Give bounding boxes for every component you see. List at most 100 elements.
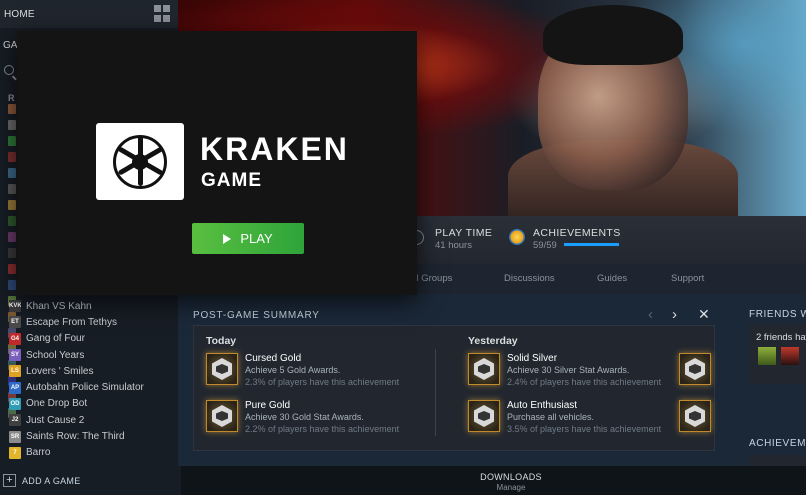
hero-character-hair xyxy=(543,5,683,65)
game-name: Khan VS Kahn xyxy=(26,300,92,312)
play-icon xyxy=(223,233,232,244)
post-game-summary-title: POST-GAME SUMMARY xyxy=(193,310,320,321)
search-icon[interactable] xyxy=(4,65,14,75)
game-icon: KVK xyxy=(9,300,21,313)
achievement-item[interactable]: Auto Enthusiast Purchase all vehicles. 3… xyxy=(468,400,698,438)
game-title-line1: KRAKEN xyxy=(200,131,349,167)
achievement-description: Achieve 30 Gold Stat Awards. xyxy=(245,412,364,422)
achievement-name: Pure Gold xyxy=(245,400,291,411)
achievement-percent: 3.5% of players have this achievement xyxy=(507,424,662,434)
recent-label: R xyxy=(8,93,15,103)
game-name: One Drop Bot xyxy=(26,398,88,410)
bottom-bar: + ADD A GAME DOWNLOADS Manage xyxy=(0,466,806,495)
close-icon[interactable]: ✕ xyxy=(698,306,710,323)
achievement-percent: 2.4% of players have this achievement xyxy=(507,377,662,387)
game-list-item[interactable]: OD One Drop Bot xyxy=(0,396,178,412)
game-list-item[interactable]: AP Autobahn Police Simulator xyxy=(0,379,178,395)
game-icon: SR xyxy=(9,430,21,443)
achievement-description: Purchase all vehicles. xyxy=(507,412,595,422)
achievement-name: Cursed Gold xyxy=(245,353,302,364)
game-list-item[interactable]: G4 Gang of Four xyxy=(0,331,178,347)
achievement-description: Achieve 5 Gold Awards. xyxy=(245,365,341,375)
game-launch-popup: KRAKEN GAME PLAY xyxy=(17,31,417,295)
game-name: School Years xyxy=(26,349,85,361)
achievements-progress-bar xyxy=(564,243,619,246)
game-name: Autobahn Police Simulator xyxy=(26,382,144,394)
achievement-percent: 2.2% of players have this achievement xyxy=(245,424,400,434)
achievements-value: 59/59 xyxy=(533,240,557,251)
chevron-left-icon[interactable]: ‹ xyxy=(648,306,653,323)
achievement-badge-icon xyxy=(468,353,500,385)
game-icon: 7 xyxy=(9,446,21,459)
today-label: Today xyxy=(206,335,237,347)
game-icon: G4 xyxy=(9,332,21,345)
recent-game-thumbnail[interactable] xyxy=(8,152,16,162)
game-list-item[interactable]: ET Escape From Tethys xyxy=(0,314,178,330)
downloads-button[interactable]: DOWNLOADS xyxy=(0,472,806,482)
game-name: Gang of Four xyxy=(26,333,85,345)
recent-game-thumbnail[interactable] xyxy=(8,232,16,242)
game-icon: AP xyxy=(9,381,21,394)
recent-game-thumbnail[interactable] xyxy=(8,120,16,130)
game-name: Barro xyxy=(26,447,51,459)
recent-game-thumbnail[interactable] xyxy=(8,280,16,290)
play-label: PLAY xyxy=(240,231,273,246)
achievement-item[interactable]: Cursed Gold Achieve 5 Gold Awards. 2.3% … xyxy=(206,353,436,391)
achievement-badge-icon[interactable] xyxy=(679,400,711,432)
game-list-item[interactable]: 7 Barro xyxy=(0,445,178,461)
game-list-item[interactable]: J2 Just Cause 2 xyxy=(0,412,178,428)
game-icon: SY xyxy=(9,349,21,362)
tab-discussions[interactable]: Discussions xyxy=(504,273,555,284)
recent-game-thumbnail[interactable] xyxy=(8,168,16,178)
recent-game-thumbnail[interactable] xyxy=(8,104,16,114)
game-list: KVK Khan VS Kahn ET Escape From Tethys G4 Gan… xyxy=(0,298,178,461)
avatar[interactable] xyxy=(781,347,799,365)
grid-icon[interactable] xyxy=(154,5,172,23)
game-icon: J2 xyxy=(9,414,21,427)
achievements-section-title: ACHIEVEME xyxy=(749,438,806,449)
playtime-label: PLAY TIME xyxy=(435,227,493,239)
friends-section-title: FRIENDS W xyxy=(749,309,806,320)
game-icon: LS xyxy=(9,365,21,378)
game-list-item[interactable]: KVK Khan VS Kahn xyxy=(0,298,178,314)
downloads-manage-label[interactable]: Manage xyxy=(0,483,806,492)
game-name: Escape From Tethys xyxy=(26,316,117,328)
play-button[interactable]: PLAY xyxy=(192,223,304,254)
game-icon: OD xyxy=(9,397,21,410)
kraken-logo-icon xyxy=(96,123,184,200)
recent-game-thumbnail[interactable] xyxy=(8,216,16,226)
game-name: Saints Row: The Third xyxy=(26,431,125,443)
recent-game-thumbnail[interactable] xyxy=(8,136,16,146)
achievement-badge-icon xyxy=(206,353,238,385)
achievement-icon xyxy=(509,229,525,245)
avatar[interactable] xyxy=(758,347,776,365)
achievement-badge-icon[interactable] xyxy=(679,353,711,385)
recent-game-thumbnail[interactable] xyxy=(8,248,16,258)
recent-game-thumbnail[interactable] xyxy=(8,184,16,194)
post-game-summary-panel: Today Yesterday Cursed Gold Achieve 5 Go… xyxy=(193,325,715,451)
playtime-value: 41 hours xyxy=(435,240,472,251)
achievements-label[interactable]: ACHIEVEMENTS xyxy=(533,227,621,239)
achievement-item[interactable]: Pure Gold Achieve 30 Gold Stat Awards. 2… xyxy=(206,400,436,438)
game-name: Just Cause 2 xyxy=(26,414,85,426)
home-nav[interactable]: HOME xyxy=(0,0,178,28)
achievement-badge-icon xyxy=(206,400,238,432)
recent-game-thumbnail[interactable] xyxy=(8,200,16,210)
game-icon: ET xyxy=(9,316,21,329)
tab-support[interactable]: Support xyxy=(671,273,704,284)
friends-panel: 2 friends hav xyxy=(749,324,806,384)
game-list-item[interactable]: SR Saints Row: The Third xyxy=(0,428,178,444)
achievement-name: Solid Silver xyxy=(507,353,558,364)
game-name: Lovers ' Smiles xyxy=(26,365,94,377)
achievement-description: Achieve 30 Silver Stat Awards. xyxy=(507,365,630,375)
chevron-right-icon[interactable]: › xyxy=(672,306,677,323)
achievement-percent: 2.3% of players have this achievement xyxy=(245,377,400,387)
home-label[interactable]: HOME xyxy=(0,9,35,20)
tab-guides[interactable]: Guides xyxy=(597,273,627,284)
game-list-item[interactable]: LS Lovers ' Smiles xyxy=(0,363,178,379)
game-list-item[interactable]: SY School Years xyxy=(0,347,178,363)
achievement-badge-icon xyxy=(468,400,500,432)
achievement-item[interactable]: Solid Silver Achieve 30 Silver Stat Awar… xyxy=(468,353,698,391)
recent-game-thumbnail[interactable] xyxy=(8,264,16,274)
achievement-name: Auto Enthusiast xyxy=(507,400,578,411)
